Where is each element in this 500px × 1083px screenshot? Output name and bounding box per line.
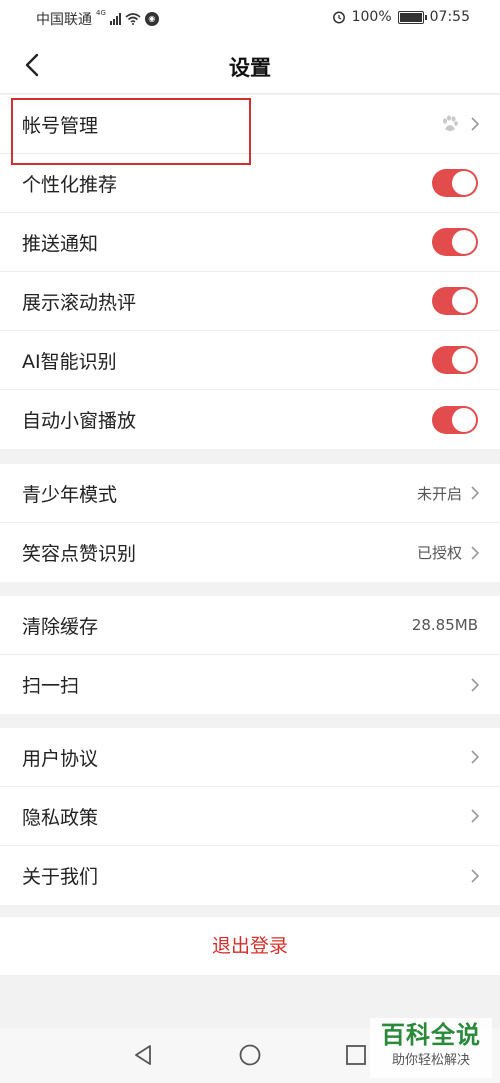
settings-row-about-us[interactable]: 关于我们 <box>0 846 500 905</box>
cache-size: 28.85MB <box>411 616 478 634</box>
chevron-right-icon <box>471 750 480 764</box>
settings-row-scan[interactable]: 扫一扫 <box>0 655 500 714</box>
row-label: 青少年模式 <box>22 483 118 506</box>
settings-row-push-notification: 推送通知 <box>0 213 500 272</box>
battery-icon <box>397 10 427 24</box>
chevron-right-icon <box>471 868 480 883</box>
chevron-right-icon <box>471 117 480 131</box>
chevron-right-icon <box>471 545 480 560</box>
settings-row-teen-mode[interactable]: 青少年模式 未开启 <box>0 464 500 523</box>
ai-recognition-toggle[interactable] <box>432 346 478 374</box>
settings-group-modes: 青少年模式 未开启 笑容点赞识别 已授权 <box>0 464 500 582</box>
row-label: 笑容点赞识别 <box>22 543 137 565</box>
nav-home-icon[interactable] <box>239 1044 261 1066</box>
settings-row-ai-recognition: AI智能识别 <box>0 331 500 390</box>
status-bar: 中国联通 4G ◉ 100% 07:55 <box>0 0 500 36</box>
row-value: 已授权 <box>416 544 462 562</box>
settings-row-clear-cache[interactable]: 清除缓存 28.85MB <box>0 596 500 655</box>
logout-button[interactable]: 退出登录 <box>0 917 500 975</box>
settings-group-account: 帐号管理 个性化推荐 推送通知 展示滚动热评 AI智能识别 自动小窗播放 <box>0 95 500 449</box>
settings-group-about: 用户协议 隐私政策 关于我们 <box>0 728 500 905</box>
settings-row-account-management[interactable]: 帐号管理 <box>0 95 500 154</box>
row-label: 扫一扫 <box>22 675 80 697</box>
watermark-subtitle: 助你轻松解决 <box>391 1053 470 1068</box>
settings-row-personalized-recommend: 个性化推荐 <box>0 154 500 213</box>
nav-recent-icon[interactable] <box>345 1044 367 1066</box>
auto-pip-toggle[interactable] <box>432 405 478 434</box>
network-type: 4G <box>96 8 106 17</box>
watermark-title: 百科全说 <box>381 1021 481 1049</box>
scrolling-comments-toggle[interactable] <box>432 287 478 315</box>
watermark-logo: 百科全说 助你轻松解决 <box>370 1018 492 1078</box>
row-label: 用户协议 <box>22 747 99 770</box>
row-label: 推送通知 <box>22 232 99 255</box>
signal-icon <box>109 13 121 25</box>
nav-back-icon[interactable] <box>132 1044 154 1066</box>
chevron-right-icon <box>471 809 480 823</box>
row-label: 隐私政策 <box>22 806 99 829</box>
row-label: 自动小窗播放 <box>22 410 137 432</box>
row-label: AI智能识别 <box>22 350 117 373</box>
battery-percent: 100% <box>351 9 392 25</box>
row-value: 未开启 <box>416 484 462 503</box>
settings-row-scrolling-comments: 展示滚动热评 <box>0 272 500 331</box>
wifi-icon <box>125 13 141 25</box>
chevron-right-icon <box>471 486 480 500</box>
settings-group-tools: 清除缓存 28.85MB 扫一扫 <box>0 596 500 714</box>
row-label: 关于我们 <box>22 866 99 888</box>
page-title: 设置 <box>229 56 271 80</box>
settings-row-auto-pip: 自动小窗播放 <box>0 390 500 449</box>
clock: 07:55 <box>429 9 470 25</box>
nav-bar: 设置 <box>0 36 500 94</box>
carrier-label: 中国联通 <box>36 12 92 28</box>
personalized-recommend-toggle[interactable] <box>432 169 478 197</box>
push-notification-toggle[interactable] <box>432 228 478 256</box>
settings-row-smile-like[interactable]: 笑容点赞识别 已授权 <box>0 523 500 582</box>
alarm-icon <box>332 11 345 24</box>
row-label: 帐号管理 <box>22 114 99 137</box>
row-label: 个性化推荐 <box>22 173 118 196</box>
settings-row-privacy-policy[interactable]: 隐私政策 <box>0 787 500 846</box>
paw-icon <box>443 115 458 131</box>
row-label: 清除缓存 <box>22 615 99 638</box>
notification-icon: ◉ <box>144 12 159 26</box>
settings-row-user-agreement[interactable]: 用户协议 <box>0 728 500 787</box>
chevron-right-icon <box>471 677 480 692</box>
row-label: 展示滚动热评 <box>22 291 137 314</box>
